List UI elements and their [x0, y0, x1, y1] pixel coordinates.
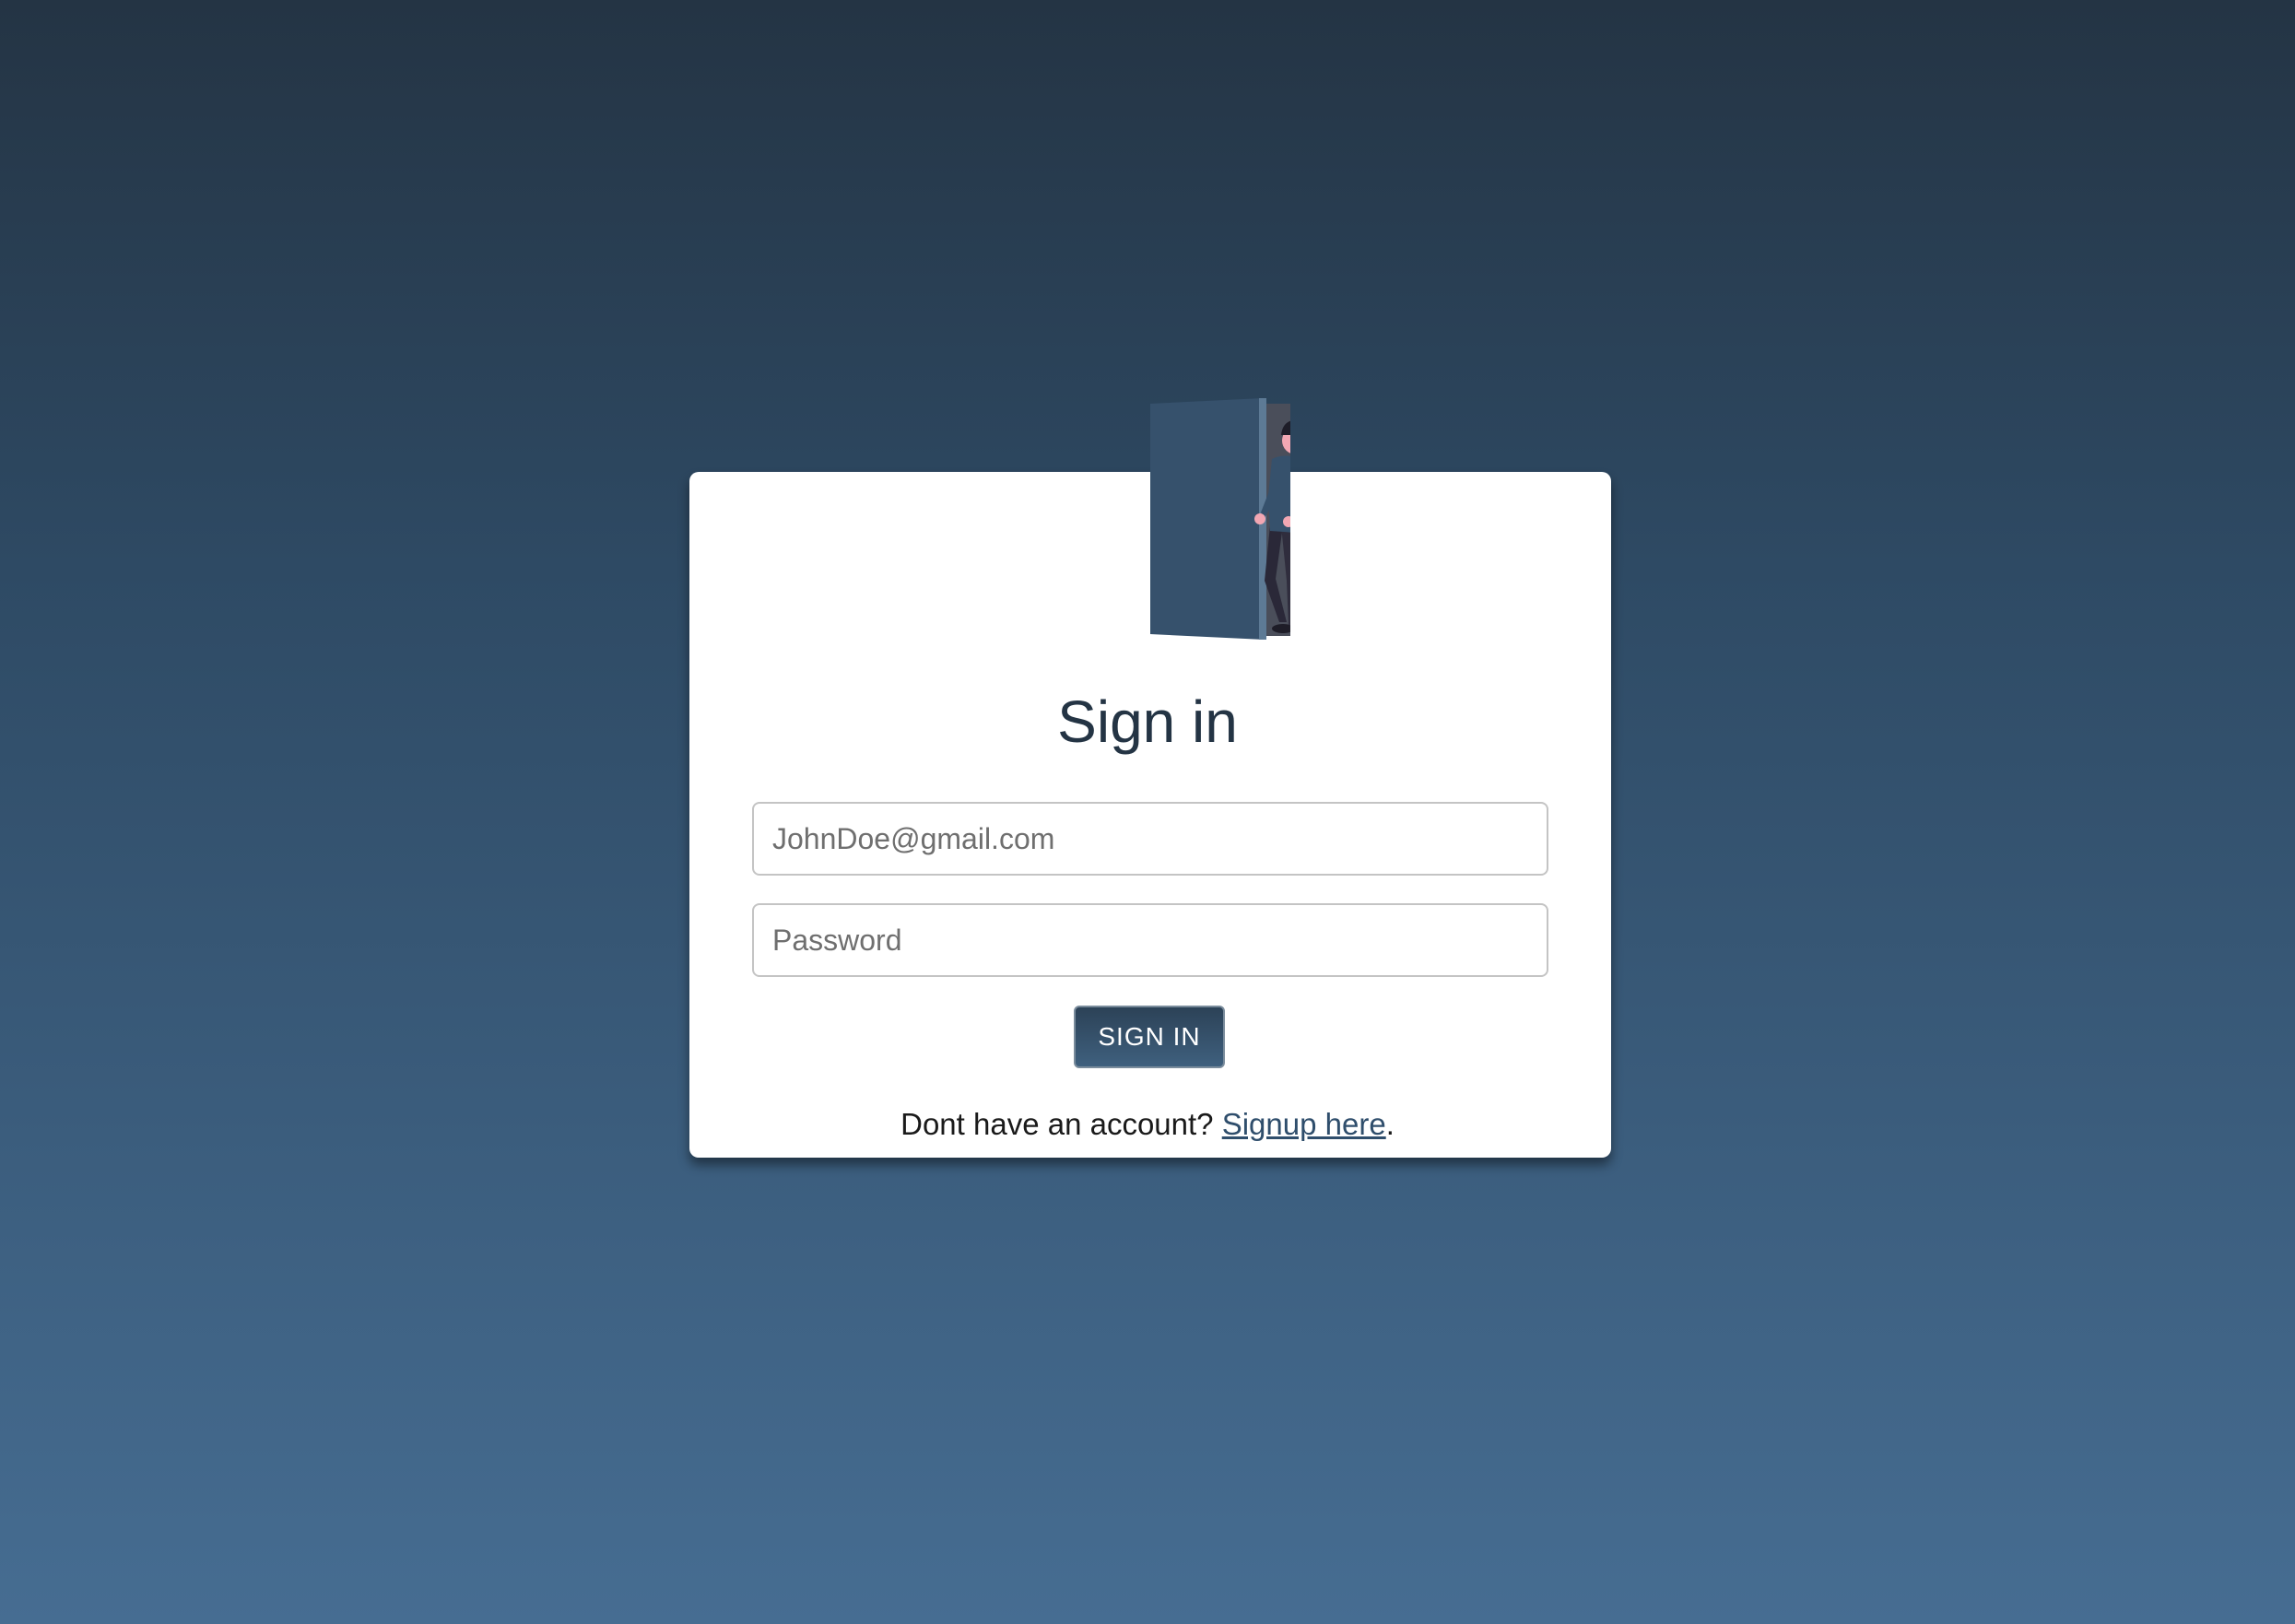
- signup-prompt: Dont have an account? Signup here.: [0, 1102, 2295, 1147]
- signin-button[interactable]: SIGN IN: [1074, 1006, 1225, 1068]
- signup-prompt-text: Dont have an account?: [900, 1107, 1214, 1141]
- signup-link[interactable]: Signup here: [1222, 1107, 1386, 1141]
- page-title: Sign in: [1057, 688, 1238, 755]
- door-panel: [1150, 398, 1265, 640]
- email-field[interactable]: [752, 802, 1548, 876]
- person-opening-door-illustration: [1150, 398, 1290, 640]
- signup-prompt-period: .: [1385, 1107, 1395, 1141]
- person-hand: [1254, 513, 1265, 524]
- password-field[interactable]: [752, 903, 1548, 977]
